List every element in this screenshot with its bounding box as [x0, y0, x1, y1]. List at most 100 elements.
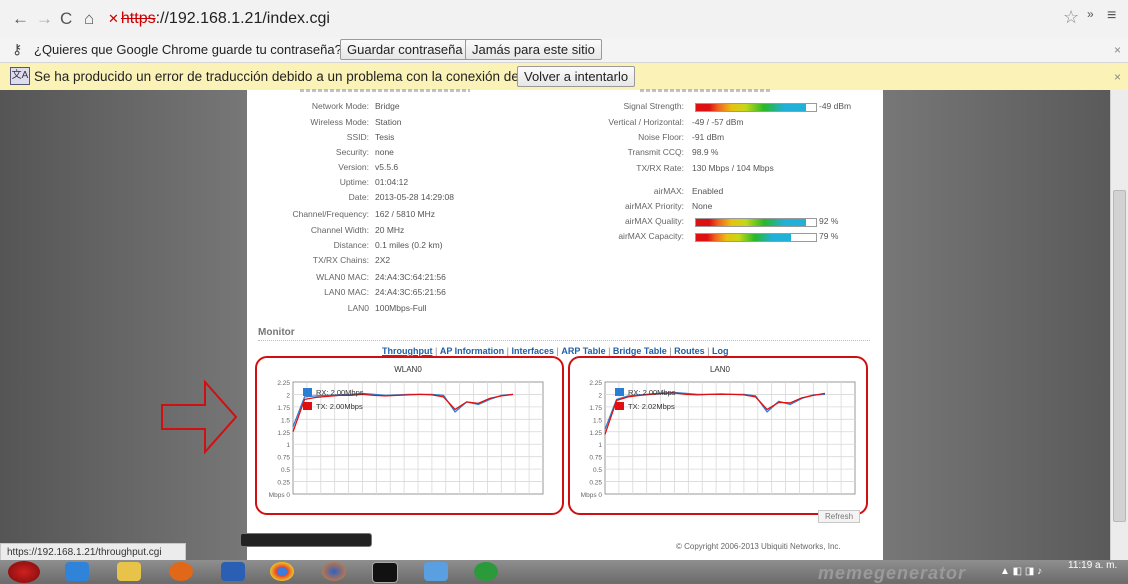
tab-log[interactable]: Log [712, 346, 729, 356]
file-explorer-icon[interactable] [117, 562, 141, 581]
meme-watermark: memegenerator [818, 563, 967, 583]
page-margin-left [0, 90, 247, 560]
url-host: ://192.168.1.21/index.cgi [155, 10, 330, 27]
tab-separator: | [605, 346, 613, 356]
status-value: 92 % [819, 216, 839, 226]
status-value: none [375, 147, 394, 157]
tab-ap-information[interactable]: AP Information [440, 346, 504, 356]
status-value: 98.9 % [692, 147, 719, 157]
status-label: WLAN0 MAC: [316, 272, 369, 282]
status-value: 2X2 [375, 255, 391, 265]
status-value: 01:04:12 [375, 177, 409, 187]
tab-arp-table[interactable]: ARP Table [561, 346, 605, 356]
cutoff-text-ap-mac [640, 89, 770, 92]
cutoff-text-device-name [300, 89, 470, 92]
media-player-icon[interactable] [169, 562, 193, 581]
tab-interfaces[interactable]: Interfaces [512, 346, 555, 356]
status-label: Wireless Mode: [310, 117, 369, 127]
signal-meter [695, 218, 817, 227]
extensions-overflow-icon[interactable]: » [1087, 7, 1094, 21]
address-bar[interactable]: ✕ https://192.168.1.21/index.cgi [108, 7, 1058, 31]
command-prompt-icon[interactable] [372, 562, 398, 583]
status-label: Security: [335, 147, 369, 157]
status-value: 24:A4:3C:64:21:56 [375, 272, 446, 282]
meter-fill [696, 104, 807, 111]
status-label: Channel/Frequency: [292, 209, 369, 219]
scrollbar-thumb[interactable] [1113, 190, 1126, 522]
status-value: v5.5.6 [375, 162, 399, 172]
password-infobar: ⚷ ¿Quieres que Google Chrome guarde tu c… [0, 38, 1128, 63]
status-value: 2013-05-28 14:29:08 [375, 192, 454, 202]
status-label: Signal Strength: [623, 101, 684, 111]
sad-face-app-icon[interactable] [474, 562, 498, 581]
status-label: SSID: [346, 132, 369, 142]
insecure-lock-icon: ✕ [108, 11, 119, 26]
annotation-circle-wlan0 [255, 356, 564, 515]
firefox-icon[interactable] [322, 562, 346, 581]
status-value: Tesis [375, 132, 395, 142]
status-value: 20 MHz [375, 225, 405, 235]
status-label: Network Mode: [311, 101, 369, 111]
tab-throughput[interactable]: Throughput [382, 346, 432, 356]
status-value: 79 % [819, 231, 839, 241]
close-password-infobar-icon[interactable]: × [1114, 43, 1121, 57]
annotation-circle-lan0 [568, 356, 868, 515]
status-label: Date: [348, 192, 369, 202]
monitor-divider [258, 340, 870, 341]
start-button-icon[interactable] [8, 561, 40, 583]
close-translate-infobar-icon[interactable]: × [1114, 70, 1121, 84]
monitor-title: Monitor [258, 327, 295, 338]
control-panel-icon[interactable] [424, 562, 448, 581]
tab-separator: | [704, 346, 712, 356]
chrome-icon[interactable] [270, 562, 294, 581]
monitor-tabs: Throughput | AP Information | Interfaces… [382, 346, 728, 356]
tab-bridge-table[interactable]: Bridge Table [613, 346, 667, 356]
tab-routes[interactable]: Routes [674, 346, 705, 356]
status-value: 24:A4:3C:65:21:56 [375, 287, 446, 297]
status-value: 162 / 5810 MHz [375, 209, 436, 219]
home-icon[interactable]: ⌂ [84, 9, 94, 29]
bookmark-star-icon[interactable]: ☆ [1063, 7, 1079, 28]
url-scheme: https [120, 10, 156, 27]
status-value: None [692, 201, 713, 211]
refresh-button[interactable]: Refresh [818, 510, 861, 523]
status-label: TX/RX Chains: [312, 255, 369, 265]
never-save-button[interactable]: Jamás para este sitio [465, 39, 602, 60]
status-label: airMAX Priority: [624, 201, 684, 211]
status-value: -49 / -57 dBm [692, 117, 744, 127]
copyright-text: © Copyright 2006-2013 Ubiquiti Networks,… [676, 542, 841, 551]
status-label: Vertical / Horizontal: [608, 117, 684, 127]
key-icon: ⚷ [12, 41, 23, 57]
reload-icon[interactable]: C [60, 9, 72, 29]
annotation-arrow [161, 379, 238, 455]
status-label: Distance: [333, 240, 369, 250]
save-password-button[interactable]: Guardar contraseña [340, 39, 470, 60]
translate-error-text: Se ha producido un error de traducción d… [34, 69, 546, 84]
meter-fill [696, 219, 807, 226]
status-label: Version: [338, 162, 369, 172]
back-icon[interactable]: ← [12, 9, 29, 29]
page-margin-right [883, 90, 1110, 560]
status-value: -49 dBm [819, 101, 852, 111]
word-icon[interactable] [221, 562, 245, 581]
status-value: 130 Mbps / 104 Mbps [692, 163, 774, 173]
internet-explorer-icon[interactable] [65, 562, 89, 581]
menu-icon[interactable]: ≡ [1107, 7, 1116, 25]
status-value: -91 dBm [692, 132, 725, 142]
status-label: Uptime: [339, 177, 369, 187]
status-value: Bridge [375, 101, 400, 111]
status-label: Transmit CCQ: [627, 147, 684, 157]
taskbar-clock: 11:19 a. m. [1068, 560, 1118, 571]
translate-icon: 文A [10, 67, 30, 85]
status-label: airMAX: [653, 186, 684, 196]
password-prompt-text: ¿Quieres que Google Chrome guarde tu con… [34, 42, 342, 57]
system-tray-icons[interactable]: ▲ ◧ ◨ ♪ [1000, 566, 1060, 578]
meter-fill [696, 234, 791, 241]
forward-icon[interactable]: → [36, 9, 53, 29]
status-label: airMAX Capacity: [618, 231, 684, 241]
translate-error-infobar: 文A Se ha producido un error de traducció… [0, 63, 1128, 91]
status-label: Channel Width: [310, 225, 369, 235]
signal-meter [695, 103, 817, 112]
footer-logos-image [240, 533, 372, 547]
retry-translate-button[interactable]: Volver a intentarlo [517, 66, 636, 87]
